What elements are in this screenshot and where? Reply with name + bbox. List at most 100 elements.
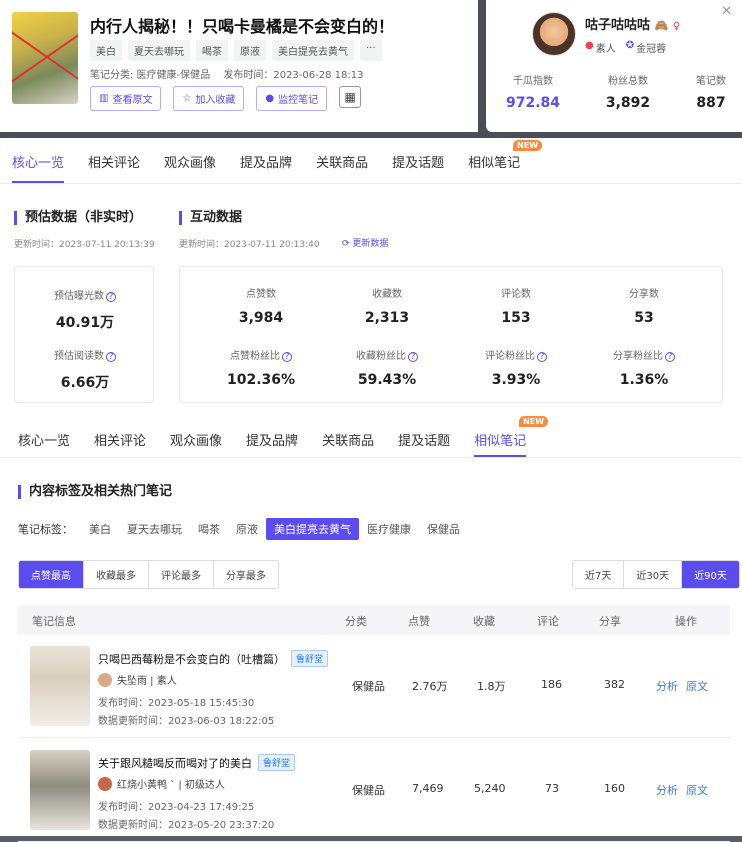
row-author[interactable]: 红烧小黄鸭 ` | 初级达人 (98, 776, 225, 791)
filter-chip[interactable]: 喝茶 (190, 518, 228, 540)
col-actions: 操作 (675, 615, 697, 628)
metric-label: 点赞数 (246, 289, 276, 300)
row-updated-time: 数据更新时间：2023-05-20 23:37:20 (98, 820, 275, 831)
metric-value: 6.66万 (60, 375, 110, 391)
tab-brands[interactable]: 提及品牌 (228, 140, 304, 183)
metric-value: 3,984 (238, 310, 284, 326)
stat-label: 粉丝总数 (608, 76, 648, 87)
stat-value: 887 (696, 95, 726, 111)
row-title[interactable]: 关于跟风糙喝反而喝对了的美白 鲁舒堂 (98, 754, 296, 771)
tab-topics[interactable]: 提及话题 (386, 418, 462, 457)
star-icon: ☆ (182, 93, 192, 104)
original-link[interactable]: 原文 (686, 782, 708, 798)
monitor-note-label: 监控笔记 (278, 95, 319, 106)
metric-value: 153 (501, 310, 531, 326)
view-original-button[interactable]: ▥ 查看原文 (90, 86, 162, 111)
metric-label: 评论粉丝比? (461, 347, 571, 362)
tab-topics[interactable]: 提及话题 (380, 140, 456, 183)
tab-audience[interactable]: 观众画像 (158, 418, 234, 457)
filter-chip[interactable]: 原液 (228, 518, 266, 540)
note-thumbnail[interactable] (30, 646, 90, 726)
metric-label-text: 点赞粉丝比 (230, 351, 280, 362)
brand-tag[interactable]: 鲁舒堂 (258, 754, 296, 771)
table-header: 笔记信息 分类 点赞 收藏 评论 分享 操作 (18, 605, 730, 635)
interaction-title: 互动数据 (179, 211, 242, 225)
metric-label-text: 预估阅读数 (54, 351, 104, 362)
close-icon[interactable]: ✕ (721, 4, 732, 19)
filter-chip[interactable]: 夏天去哪玩 (119, 518, 190, 540)
analyze-link[interactable]: 分析 (656, 782, 678, 798)
avatar[interactable] (532, 12, 576, 56)
tab-core[interactable]: 核心一览 (0, 140, 76, 183)
tab-audience[interactable]: 观众画像 (152, 140, 228, 183)
metric-label-text: 预估曝光数 (54, 291, 104, 302)
monitor-note-button[interactable]: ● 监控笔记 (256, 86, 328, 111)
refresh-data-button[interactable]: ⟳ 更新数据 (342, 236, 388, 249)
stat-value: 972.84 (506, 95, 561, 111)
filter-chip[interactable]: 保健品 (419, 518, 468, 540)
metric-label: 评论数 (501, 289, 531, 300)
note-tag[interactable]: 原液 (234, 40, 266, 61)
add-favorite-button[interactable]: ☆ 加入收藏 (173, 86, 245, 111)
range-7d[interactable]: 近7天 (573, 561, 625, 588)
metric-label: 预估阅读数? (30, 347, 140, 362)
help-icon[interactable]: ? (665, 352, 675, 362)
filter-chip-active[interactable]: 美白提亮去黄气 (266, 518, 359, 540)
author-level: 素人 (595, 44, 616, 55)
note-tag[interactable]: 美白提亮去黄气 (272, 40, 354, 61)
sort-collects[interactable]: 收藏最多 (84, 561, 149, 588)
row-category: 保健品 (352, 680, 385, 693)
filter-chip[interactable]: 美白 (81, 518, 119, 540)
author-card: ✕ 咕子咕咕咕 🙈 ♀ ● 素人 ✪ 金冠蓉 千瓜指数 972.84 粉丝总数 … (486, 0, 742, 132)
help-icon[interactable]: ? (408, 352, 418, 362)
metric-collects: 收藏数 2,313 (332, 285, 442, 326)
row-title[interactable]: 只喝巴西莓粉是不会变白的（吐槽篇） 鲁舒堂 (98, 650, 329, 667)
metric-like-ratio: 点赞粉丝比? 102.36% (206, 347, 316, 388)
stat-label: 笔记数 (695, 76, 726, 87)
sort-shares[interactable]: 分享最多 (214, 561, 278, 588)
range-30d[interactable]: 近30天 (624, 561, 683, 588)
tab-comments[interactable]: 相关评论 (82, 418, 158, 457)
refresh-icon: ⟳ (342, 239, 350, 249)
stat-fans: 粉丝总数 3,892 (606, 72, 650, 111)
metric-label-text: 收藏粉丝比 (356, 351, 406, 362)
note-tag[interactable]: 美白 (90, 40, 122, 61)
row-author[interactable]: 失坠雨 | 素人 (98, 672, 177, 687)
more-tags[interactable]: ··· (360, 40, 382, 61)
note-title: 内行人揭秘！！只喝卡曼橘是不会变白的！ (90, 17, 395, 36)
brand-tag[interactable]: 鲁舒堂 (291, 650, 329, 667)
tab-similar[interactable]: 相似笔记 NEW (456, 140, 543, 183)
person-icon: ● (585, 40, 594, 51)
note-tag[interactable]: 夏天去哪玩 (128, 40, 190, 61)
note-meta: 笔记分类: 医疗健康-保健品 发布时间：2023-06-28 18:13 (90, 66, 373, 81)
tab-core[interactable]: 核心一览 (0, 418, 82, 457)
sort-comments[interactable]: 评论最多 (149, 561, 214, 588)
tab-products[interactable]: 关联商品 (310, 418, 386, 457)
help-icon[interactable]: ? (537, 352, 547, 362)
note-thumbnail[interactable] (30, 750, 90, 830)
location-pin-icon: ● (265, 93, 275, 104)
view-original-label: 查看原文 (112, 95, 153, 106)
help-icon[interactable]: ? (282, 352, 292, 362)
analyze-link[interactable]: 分析 (656, 678, 678, 694)
range-90d[interactable]: 近90天 (682, 561, 739, 588)
original-link[interactable]: 原文 (686, 678, 708, 694)
metric-likes: 点赞数 3,984 (206, 285, 316, 326)
author-name[interactable]: 咕子咕咕咕 🙈 ♀ (585, 14, 680, 33)
sort-likes[interactable]: 点赞最高 (19, 561, 84, 588)
tab-similar-label: 相似笔记 (474, 434, 527, 449)
note-category: 笔记分类: 医疗健康-保健品 (90, 70, 211, 81)
metric-value: 3.93% (491, 372, 541, 388)
range-segment: 近7天 近30天 近90天 (572, 560, 740, 589)
filter-chip[interactable]: 医疗健康 (359, 518, 419, 540)
tab-brands[interactable]: 提及品牌 (234, 418, 310, 457)
qr-code-icon[interactable]: ▦ (339, 86, 362, 108)
help-icon[interactable]: ? (106, 292, 116, 302)
tab-comments[interactable]: 相关评论 (76, 140, 152, 183)
note-tag[interactable]: 喝茶 (196, 40, 228, 61)
tab-products[interactable]: 关联商品 (304, 140, 380, 183)
note-thumbnail[interactable] (12, 12, 78, 104)
estimate-box: 预估曝光数? 40.91万 预估阅读数? 6.66万 (14, 266, 154, 403)
help-icon[interactable]: ? (106, 352, 116, 362)
tab-similar[interactable]: 相似笔记 NEW (462, 416, 549, 457)
